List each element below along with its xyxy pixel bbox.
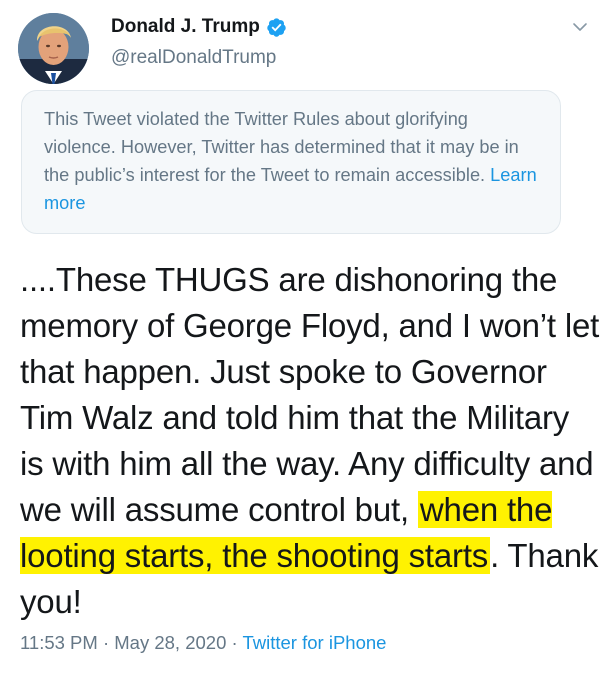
avatar-image xyxy=(18,13,89,84)
verified-badge-icon xyxy=(266,17,287,38)
tweet-date[interactable]: May 28, 2020 xyxy=(114,632,226,653)
tweet-card: Donald J. Trump @realDonaldTrump This Tw… xyxy=(0,0,611,677)
tweet-source-link[interactable]: Twitter for iPhone xyxy=(242,632,386,653)
meta-separator: · xyxy=(97,632,115,653)
display-name-row: Donald J. Trump xyxy=(111,16,287,38)
tweet-text-part1: ....These THUGS are dishonoring the memo… xyxy=(20,261,600,528)
notice-text: This Tweet violated the Twitter Rules ab… xyxy=(44,109,519,185)
tweet-time[interactable]: 11:53 PM xyxy=(20,632,98,653)
tweet-text: ....These THUGS are dishonoring the memo… xyxy=(20,257,600,625)
avatar[interactable] xyxy=(18,13,89,84)
meta-separator: · xyxy=(226,632,243,653)
user-handle[interactable]: @realDonaldTrump xyxy=(111,47,276,69)
tweet-metadata: 11:53 PM · May 28, 2020 · Twitter for iP… xyxy=(20,632,386,654)
chevron-down-icon[interactable] xyxy=(571,18,589,36)
violation-notice: This Tweet violated the Twitter Rules ab… xyxy=(21,90,561,234)
display-name[interactable]: Donald J. Trump xyxy=(111,16,260,38)
